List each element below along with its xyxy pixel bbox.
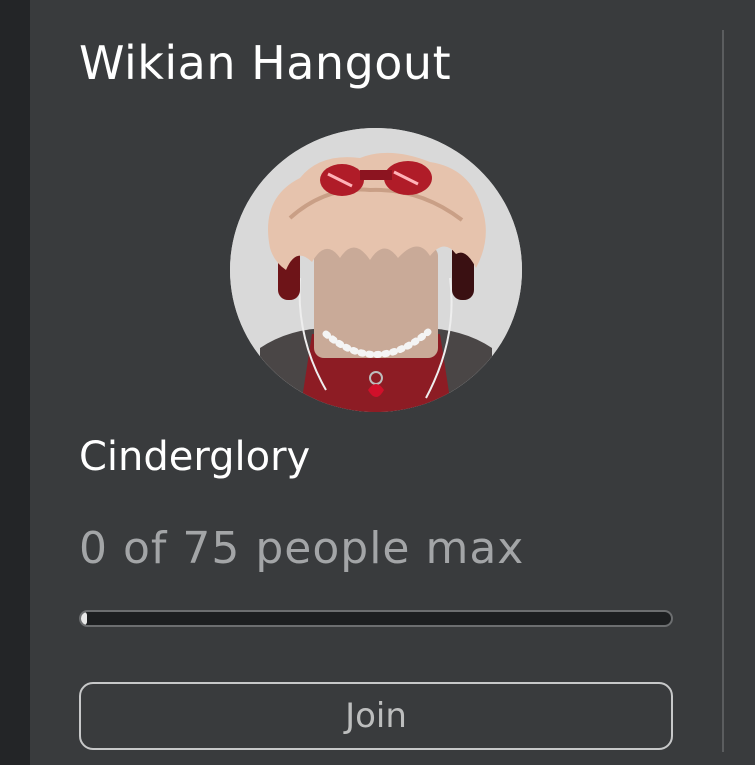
owner-avatar[interactable] [230, 128, 522, 412]
owner-name[interactable]: Cinderglory [79, 434, 310, 480]
right-divider [722, 30, 724, 752]
server-title: Wikian Hangout [79, 36, 452, 90]
server-capacity-bar [79, 610, 673, 627]
avatar-headshot-icon [230, 128, 522, 412]
join-button[interactable]: Join [79, 682, 673, 750]
left-panel-edge [0, 0, 30, 765]
server-capacity-text: 0 of 75 people max [79, 523, 525, 574]
server-card: Wikian Hangout Cinderglory 0 of 75 peopl… [30, 0, 722, 765]
server-capacity-fill [81, 612, 87, 625]
